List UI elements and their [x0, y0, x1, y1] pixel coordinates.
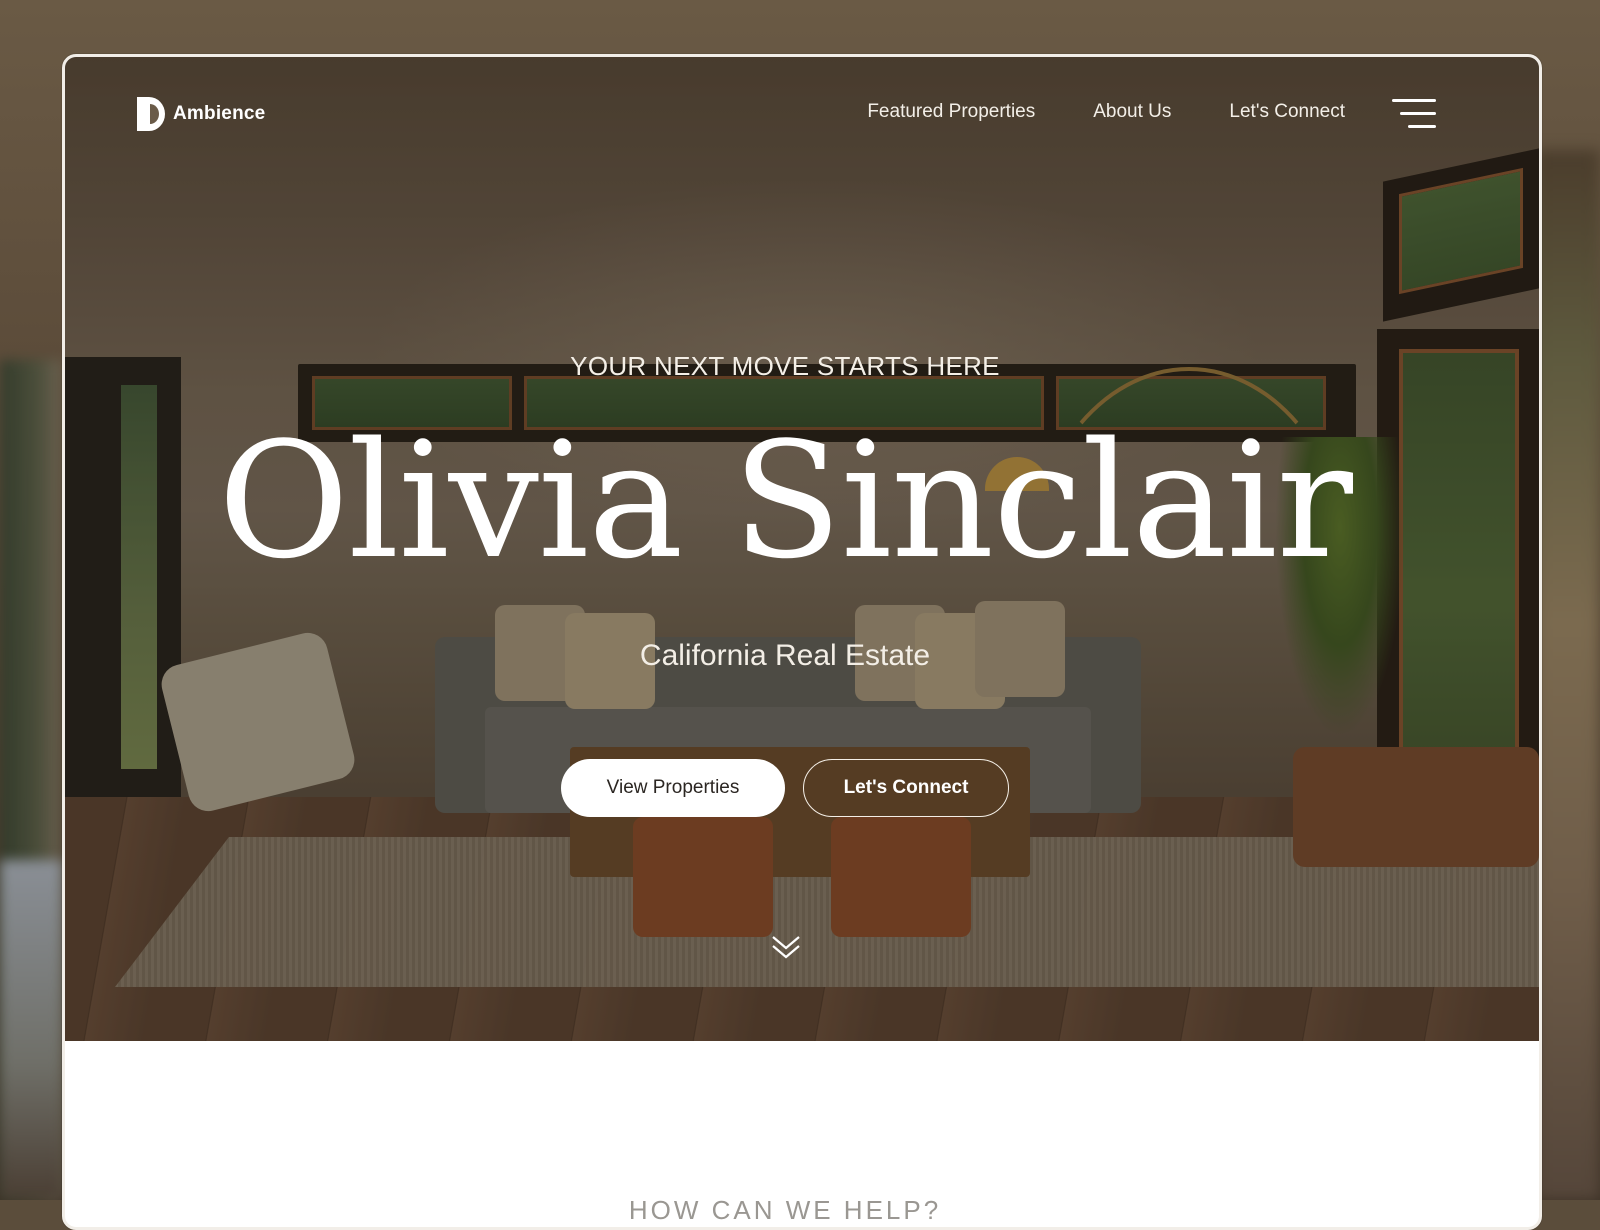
lets-connect-button[interactable]: Let's Connect	[803, 759, 1009, 817]
hero-title: Olivia Sinclair	[218, 407, 1353, 594]
hamburger-menu-icon[interactable]	[1392, 99, 1436, 129]
brand-name: Ambience	[173, 103, 266, 124]
browser-mockup-window: Ambience Featured Properties About Us Le…	[62, 54, 1542, 1230]
backdrop-right-blur	[1534, 150, 1600, 1200]
view-properties-button[interactable]: View Properties	[561, 759, 785, 817]
nav-link-featured-properties[interactable]: Featured Properties	[867, 101, 1035, 123]
primary-nav: Featured Properties About Us Let's Conne…	[867, 101, 1345, 123]
double-chevron-down-icon[interactable]	[769, 933, 803, 963]
hero-eyebrow: YOUR NEXT MOVE STARTS HERE	[570, 351, 1000, 381]
site-header: Ambience Featured Properties About Us Le…	[65, 57, 1539, 167]
nav-link-lets-connect[interactable]: Let's Connect	[1229, 101, 1345, 123]
logo-mark-icon	[137, 97, 165, 131]
backdrop-left-lower-blur	[0, 860, 62, 1200]
nav-link-about-us[interactable]: About Us	[1093, 101, 1171, 123]
hero-subtitle: California Real Estate	[639, 639, 931, 672]
hero-section: Ambience Featured Properties About Us Le…	[65, 57, 1539, 1041]
brand-logo[interactable]: Ambience	[137, 97, 265, 131]
